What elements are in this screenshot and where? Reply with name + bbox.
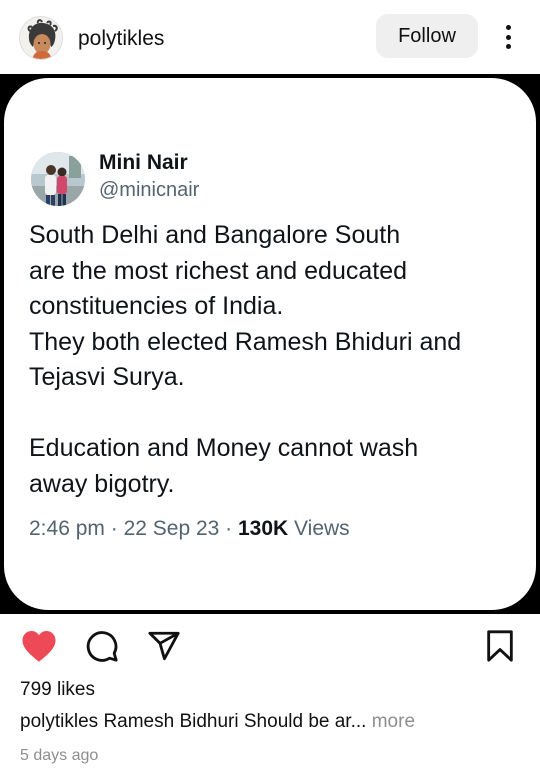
bookmark-icon[interactable]: [482, 628, 518, 664]
like-heart-glyph: [22, 631, 56, 662]
post-timestamp: 5 days ago: [20, 747, 99, 764]
post-header: polytikles Follow: [0, 0, 540, 74]
tweet-date: 22 Sep 23: [123, 517, 220, 540]
send-paper-plane-glyph: [148, 631, 180, 661]
more-options-icon[interactable]: [498, 22, 518, 52]
post-username[interactable]: polytikles: [78, 27, 164, 51]
tweet-author-name: Mini Nair: [99, 151, 188, 174]
post-caption[interactable]: polytikles Ramesh Bidhuri Should be ar..…: [20, 711, 530, 733]
tweet-avatar-photo-icon: [31, 152, 85, 206]
caption-username[interactable]: polytikles: [20, 711, 98, 732]
tweet-author-handle: @minicnair: [99, 179, 200, 201]
caption-text: Ramesh Bidhuri Should be ar...: [103, 711, 367, 732]
tweet-meta: 2:46 pm · 22 Sep 23 · 130K Views: [29, 517, 350, 540]
tweet-author-avatar: [31, 152, 85, 206]
bookmark-glyph: [487, 630, 513, 662]
action-bar: [0, 614, 540, 676]
tweet-views-count: 130K: [238, 517, 289, 540]
caption-more-link[interactable]: more: [372, 711, 415, 732]
likes-count[interactable]: 799 likes: [20, 679, 95, 701]
heart-filled-icon[interactable]: [21, 628, 57, 664]
send-icon[interactable]: [146, 628, 182, 664]
follow-button[interactable]: Follow: [376, 14, 478, 58]
tweet-time: 2:46 pm: [29, 517, 105, 540]
post-image[interactable]: Mini Nair @minicnair South Delhi and Ban…: [0, 74, 540, 614]
tweet-card: Mini Nair @minicnair South Delhi and Ban…: [4, 78, 536, 610]
profile-avatar[interactable]: [19, 16, 63, 60]
tweet-views-label: Views: [294, 517, 350, 540]
tweet-text: South Delhi and Bangalore South are the …: [29, 221, 462, 498]
avatar-illustration-icon: [20, 17, 62, 59]
comment-bubble-glyph: [86, 631, 118, 662]
comment-icon[interactable]: [84, 628, 120, 664]
